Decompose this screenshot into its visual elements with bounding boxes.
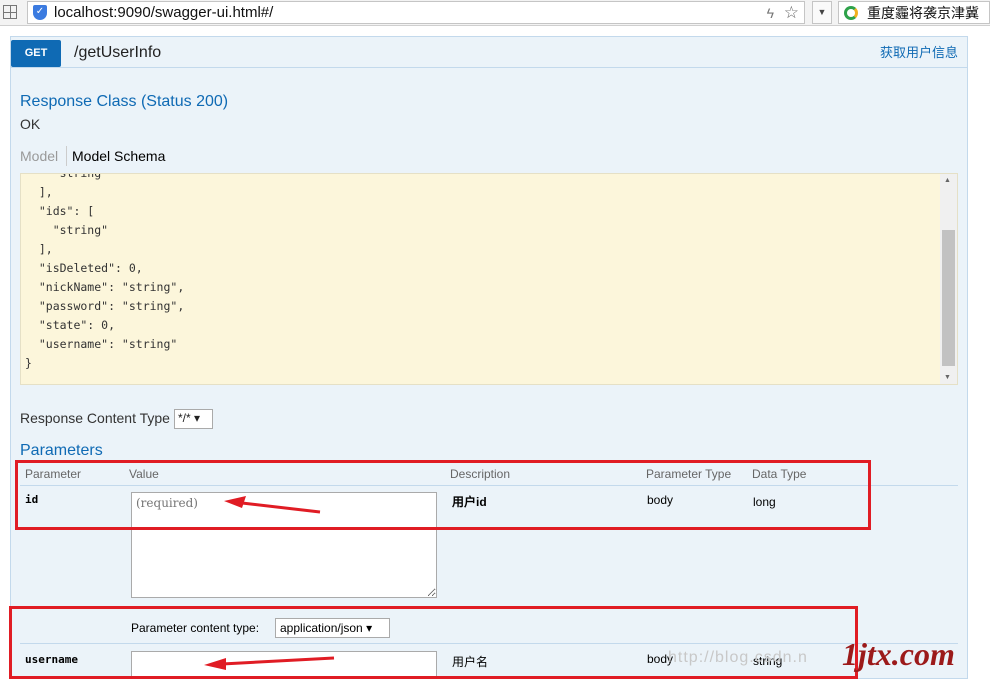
endpoint-summary[interactable]: 获取用户信息 [880,45,958,61]
scroll-up-icon[interactable]: ▲ [944,177,951,184]
model-schema-box[interactable]: "string" ], "ids": [ "string" ], "isDele… [20,173,958,385]
address-dropdown-button[interactable]: ▼ [812,1,832,24]
endpoint-path[interactable]: /getUserInfo [74,43,161,63]
security-shield-icon: ✓ [33,5,47,20]
tab-divider [66,146,67,166]
response-class-title: Response Class (Status 200) [20,93,229,110]
bookmark-star-icon[interactable]: ☆ [784,2,799,23]
lightning-icon[interactable]: ϟ [767,3,774,23]
annotation-arrow-username [204,656,335,670]
scroll-down-icon[interactable]: ▼ [944,374,951,381]
tab-model-schema[interactable]: Model Schema [72,147,165,165]
search-text[interactable]: 重度霾将袭京津冀 [867,3,990,23]
search-box[interactable]: 重度霾将袭京津冀 [838,1,990,24]
operation-header[interactable]: GET /getUserInfo 获取用户信息 [11,37,967,68]
response-content-type-label: Response Content Type [20,410,170,426]
watermark-logo: 1jtx.com [842,636,955,672]
search-engine-icon [844,6,858,20]
apps-grid-icon[interactable] [3,5,17,19]
response-class-value: OK [20,116,41,132]
response-content-type-select[interactable]: */* ▾ [174,409,213,429]
annotation-box-id [15,460,871,530]
browser-toolbar: ✓ localhost:9090/swagger-ui.html#/ ϟ ☆ ▼… [0,0,990,26]
annotation-box-username [9,606,858,679]
tab-model[interactable]: Model [20,147,58,165]
annotation-arrow-id [224,496,321,514]
url-text[interactable]: localhost:9090/swagger-ui.html#/ [54,3,273,23]
http-method-badge[interactable]: GET [11,40,61,67]
response-content-type-value: */* [178,411,191,425]
model-schema-code: "string" ], "ids": [ "string" ], "isDele… [25,173,185,370]
operation-panel: GET /getUserInfo 获取用户信息 Response Class (… [10,36,968,679]
address-bar[interactable]: ✓ localhost:9090/swagger-ui.html#/ ϟ ☆ [27,1,805,24]
parameters-title: Parameters [20,442,103,459]
scroll-thumb[interactable] [942,230,955,366]
watermark-text: http://blog.csdn.n [668,649,808,666]
schema-scrollbar[interactable]: ▲ ▼ [940,174,957,384]
